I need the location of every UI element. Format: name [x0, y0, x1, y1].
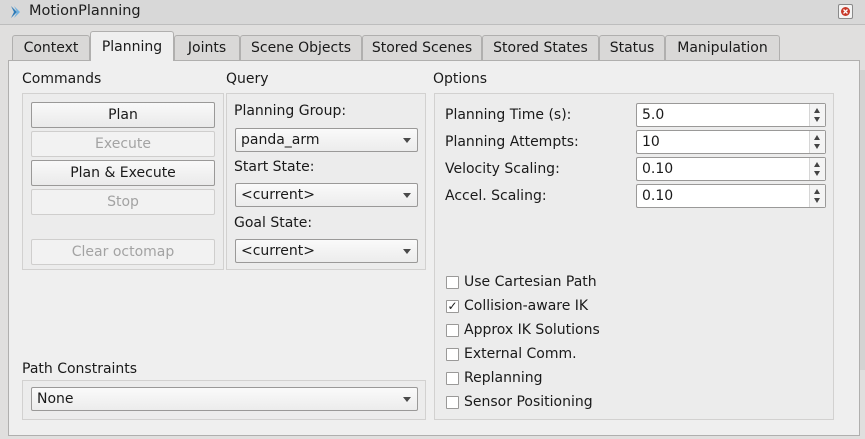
spin-up-icon[interactable]: [814, 135, 820, 140]
plan-and-execute-button[interactable]: Plan & Execute: [31, 160, 215, 186]
spin-buttons[interactable]: [809, 131, 825, 153]
stop-button[interactable]: Stop: [31, 189, 215, 215]
replanning-label: Replanning: [464, 370, 543, 386]
goal-state-select[interactable]: <current>: [235, 239, 418, 263]
collision-aware-ik-label: Collision-aware IK: [464, 298, 589, 314]
replanning-checkbox[interactable]: [446, 372, 459, 385]
accel-scaling-value: 0.10: [642, 188, 674, 204]
use-cartesian-path-checkbox[interactable]: [446, 276, 459, 289]
sensor-positioning-label: Sensor Positioning: [464, 394, 593, 410]
external-comm-label: External Comm.: [464, 346, 577, 362]
spin-buttons[interactable]: [809, 104, 825, 126]
chevron-down-icon: [403, 397, 411, 402]
planning-attempts-value: 10: [642, 134, 660, 150]
spin-buttons[interactable]: [809, 185, 825, 207]
planning-attempts-spinbox[interactable]: 10: [636, 130, 826, 154]
chevron-down-icon: [403, 249, 411, 254]
planning-group-select[interactable]: panda_arm: [235, 128, 418, 152]
planning-group-label: Planning Group:: [234, 103, 347, 119]
approx-ik-solutions-checkbox[interactable]: [446, 324, 459, 337]
goal-state-label: Goal State:: [234, 215, 313, 231]
start-state-value: <current>: [241, 187, 315, 203]
path-constraints-value: None: [37, 391, 74, 407]
chevron-down-icon: [403, 193, 411, 198]
check-icon: ✓: [447, 299, 458, 313]
query-label: Query: [226, 71, 269, 87]
use-cartesian-path-label: Use Cartesian Path: [464, 274, 597, 290]
path-constraints-select[interactable]: None: [31, 387, 418, 411]
sensor-positioning-checkbox[interactable]: [446, 396, 459, 409]
spin-down-icon[interactable]: [814, 198, 820, 203]
spin-buttons[interactable]: [809, 158, 825, 180]
plan-button[interactable]: Plan: [31, 102, 215, 128]
planning-time-spinbox[interactable]: 5.0: [636, 103, 826, 127]
velocity-scaling-label: Velocity Scaling:: [445, 161, 560, 177]
external-comm-checkbox[interactable]: [446, 348, 459, 361]
collision-aware-ik-checkbox[interactable]: ✓: [446, 300, 459, 313]
planning-attempts-label: Planning Attempts:: [445, 134, 579, 150]
spin-up-icon[interactable]: [814, 108, 820, 113]
start-state-label: Start State:: [234, 159, 315, 175]
chevron-down-icon: [403, 138, 411, 143]
planning-time-label: Planning Time (s):: [445, 107, 572, 123]
spin-up-icon[interactable]: [814, 162, 820, 167]
options-label: Options: [433, 71, 488, 87]
accel-scaling-spinbox[interactable]: 0.10: [636, 184, 826, 208]
spin-down-icon[interactable]: [814, 117, 820, 122]
commands-label: Commands: [22, 71, 102, 87]
velocity-scaling-value: 0.10: [642, 161, 674, 177]
spin-down-icon[interactable]: [814, 144, 820, 149]
start-state-select[interactable]: <current>: [235, 183, 418, 207]
accel-scaling-label: Accel. Scaling:: [445, 188, 547, 204]
planning-group-value: panda_arm: [241, 132, 320, 148]
approx-ik-solutions-label: Approx IK Solutions: [464, 322, 600, 338]
clear-octomap-button[interactable]: Clear octomap: [31, 239, 215, 265]
goal-state-value: <current>: [241, 243, 315, 259]
planning-time-value: 5.0: [642, 107, 665, 123]
spin-down-icon[interactable]: [814, 171, 820, 176]
execute-button[interactable]: Execute: [31, 131, 215, 157]
path-constraints-label: Path Constraints: [22, 361, 138, 377]
spin-up-icon[interactable]: [814, 189, 820, 194]
velocity-scaling-spinbox[interactable]: 0.10: [636, 157, 826, 181]
